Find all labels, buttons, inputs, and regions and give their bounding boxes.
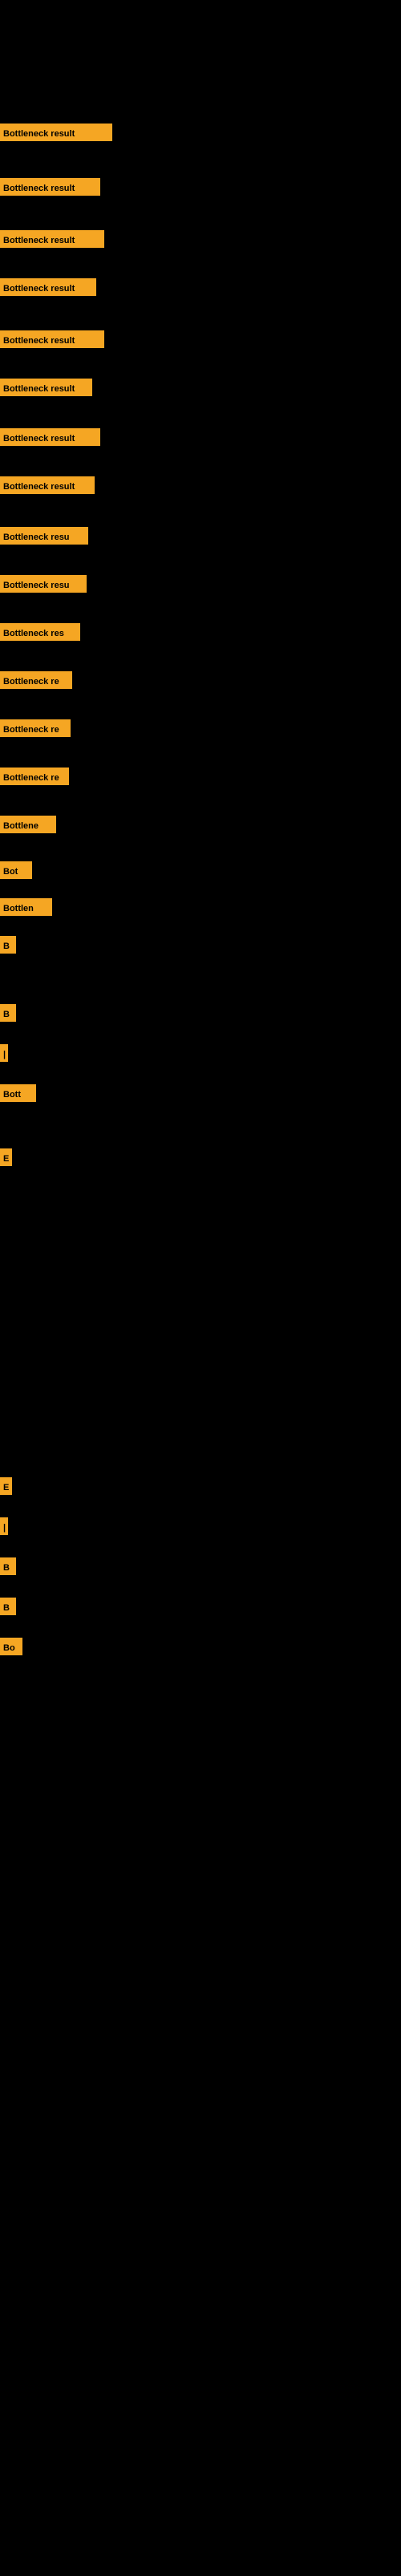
bottleneck-bar-23: E (0, 1477, 12, 1495)
bar-label-22: E (0, 1148, 12, 1166)
bar-label-10: Bottleneck resu (0, 575, 87, 593)
bottleneck-bar-21: Bott (0, 1084, 36, 1102)
bar-label-9: Bottleneck resu (0, 527, 88, 545)
bar-label-14: Bottleneck re (0, 768, 69, 785)
bottleneck-bar-9: Bottleneck resu (0, 527, 88, 545)
bar-label-16: Bot (0, 861, 32, 879)
bottleneck-bar-13: Bottleneck re (0, 719, 71, 737)
bar-label-26: B (0, 1598, 16, 1615)
bottleneck-bar-10: Bottleneck resu (0, 575, 87, 593)
bar-label-7: Bottleneck result (0, 428, 100, 446)
bottleneck-bar-8: Bottleneck result (0, 476, 95, 494)
bar-label-23: E (0, 1477, 12, 1495)
bottleneck-bar-1: Bottleneck result (0, 124, 112, 141)
bottleneck-bar-11: Bottleneck res (0, 623, 80, 641)
bottleneck-bar-7: Bottleneck result (0, 428, 100, 446)
bottleneck-bar-22: E (0, 1148, 12, 1166)
bottleneck-bar-3: Bottleneck result (0, 230, 104, 248)
bar-label-11: Bottleneck res (0, 623, 80, 641)
bar-label-8: Bottleneck result (0, 476, 95, 494)
bar-label-12: Bottleneck re (0, 671, 72, 689)
bar-label-18: B (0, 936, 16, 954)
bottleneck-bar-12: Bottleneck re (0, 671, 72, 689)
bottleneck-bar-20: | (0, 1044, 8, 1062)
bar-label-2: Bottleneck result (0, 178, 100, 196)
bottleneck-bar-15: Bottlene (0, 816, 56, 833)
bottleneck-bar-2: Bottleneck result (0, 178, 100, 196)
bar-label-13: Bottleneck re (0, 719, 71, 737)
bar-label-3: Bottleneck result (0, 230, 104, 248)
bottleneck-bar-25: B (0, 1557, 16, 1575)
bar-label-4: Bottleneck result (0, 278, 96, 296)
bottleneck-bar-6: Bottleneck result (0, 379, 92, 396)
bottleneck-bar-26: B (0, 1598, 16, 1615)
bottleneck-bar-14: Bottleneck re (0, 768, 69, 785)
bar-label-17: Bottlen (0, 898, 52, 916)
bottleneck-bar-24: | (0, 1517, 8, 1535)
bar-label-24: | (0, 1517, 8, 1535)
bar-label-6: Bottleneck result (0, 379, 92, 396)
bottleneck-bar-18: B (0, 936, 16, 954)
bar-label-15: Bottlene (0, 816, 56, 833)
bottleneck-bar-27: Bo (0, 1638, 22, 1655)
bottleneck-bar-4: Bottleneck result (0, 278, 96, 296)
bar-label-25: B (0, 1557, 16, 1575)
bar-label-5: Bottleneck result (0, 330, 104, 348)
bar-label-21: Bott (0, 1084, 36, 1102)
bar-label-20: | (0, 1044, 8, 1062)
bottleneck-bar-17: Bottlen (0, 898, 52, 916)
site-title (0, 0, 401, 10)
bottleneck-bar-19: B (0, 1004, 16, 1022)
bar-label-27: Bo (0, 1638, 22, 1655)
bar-label-19: B (0, 1004, 16, 1022)
bottleneck-bar-5: Bottleneck result (0, 330, 104, 348)
bottleneck-bar-16: Bot (0, 861, 32, 879)
bar-label-1: Bottleneck result (0, 124, 112, 141)
